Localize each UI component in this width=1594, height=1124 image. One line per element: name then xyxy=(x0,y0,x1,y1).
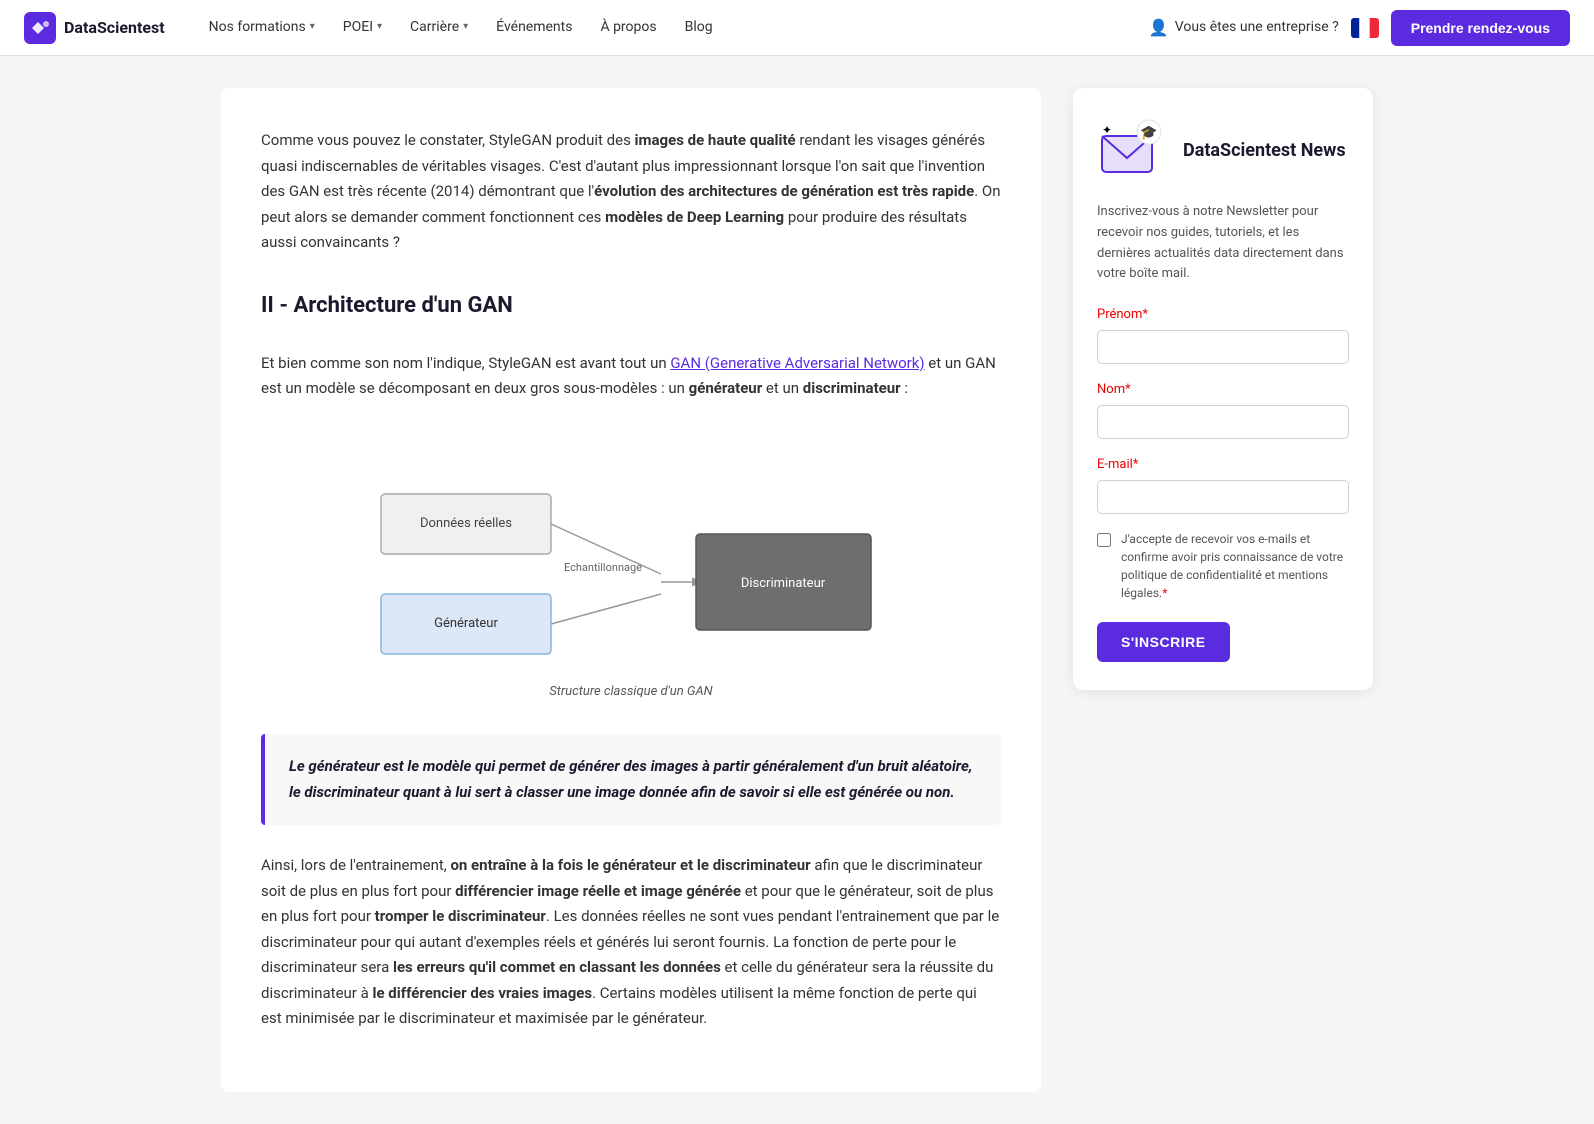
newsletter-icon-wrapper: 🎓 ✦ xyxy=(1097,116,1167,186)
checkbox-row: J'accepte de recevoir vos e-mails et con… xyxy=(1097,530,1349,602)
cta-button[interactable]: Prendre rendez-vous xyxy=(1391,10,1570,46)
prenom-input[interactable] xyxy=(1097,330,1349,364)
body-paragraph-1: Ainsi, lors de l'entrainement, on entraî… xyxy=(261,853,1001,1032)
svg-text:Echantillonnage: Echantillonnage xyxy=(564,561,642,574)
nom-input[interactable] xyxy=(1097,405,1349,439)
chevron-down-icon: ▾ xyxy=(310,19,315,35)
nav-item-formations[interactable]: Nos formations ▾ xyxy=(197,8,327,46)
newsletter-icon: 🎓 ✦ xyxy=(1097,116,1167,186)
nom-required: * xyxy=(1125,382,1131,397)
prenom-label: Prénom* xyxy=(1097,305,1349,326)
prenom-required: * xyxy=(1142,307,1148,322)
flag-white xyxy=(1359,18,1370,38)
nav-item-carriere[interactable]: Carrière ▾ xyxy=(398,8,480,46)
nav-right: 👤 Vous êtes une entreprise ? Prendre ren… xyxy=(1149,10,1570,46)
sidebar-description: Inscrivez-vous à notre Newsletter pour r… xyxy=(1097,202,1349,285)
nav-item-evenements[interactable]: Événements xyxy=(484,8,584,46)
diagram-caption: Structure classique d'un GAN xyxy=(549,682,712,703)
subscribe-button[interactable]: S'INSCRIRE xyxy=(1097,622,1230,662)
sidebar-title: DataScientest News xyxy=(1183,139,1346,162)
section-heading: II - Architecture d'un GAN xyxy=(261,288,1001,331)
svg-text:Discriminateur: Discriminateur xyxy=(741,576,826,591)
nav-item-blog[interactable]: Blog xyxy=(673,8,725,46)
enterprise-link[interactable]: 👤 Vous êtes une entreprise ? xyxy=(1149,15,1339,41)
highlighted-quote: Le générateur est le modèle qui permet d… xyxy=(261,734,1001,825)
logo-text: DataScientest xyxy=(64,15,165,41)
quote-text: Le générateur est le modèle qui permet d… xyxy=(289,754,977,805)
email-required: * xyxy=(1133,457,1139,472)
newsletter-form: Prénom* Nom* E-mail* xyxy=(1097,305,1349,661)
nav-item-apropos[interactable]: À propos xyxy=(588,8,668,46)
chevron-down-icon: ▾ xyxy=(463,19,468,35)
svg-text:✦: ✦ xyxy=(1102,123,1112,137)
svg-text:🎓: 🎓 xyxy=(1140,125,1157,141)
svg-text:Données réelles: Données réelles xyxy=(420,516,512,531)
section-intro-paragraph: Et bien comme son nom l'indique, StyleGA… xyxy=(261,351,1001,402)
language-flag[interactable] xyxy=(1351,18,1379,38)
nom-group: Nom* xyxy=(1097,380,1349,439)
consent-label[interactable]: J'accepte de recevoir vos e-mails et con… xyxy=(1121,530,1349,602)
email-group: E-mail* xyxy=(1097,455,1349,514)
flag-blue xyxy=(1351,18,1360,38)
newsletter-card: 🎓 ✦ DataScientest News Inscrivez-vous à … xyxy=(1073,88,1373,690)
nav-links: Nos formations ▾ POEI ▾ Carrière ▾ Événe… xyxy=(197,8,1149,46)
page-wrapper: Comme vous pouvez le constater, StyleGAN… xyxy=(197,56,1397,1124)
enterprise-icon: 👤 xyxy=(1149,15,1169,41)
flag-red xyxy=(1370,18,1379,38)
sidebar: 🎓 ✦ DataScientest News Inscrivez-vous à … xyxy=(1073,88,1373,1092)
email-input[interactable] xyxy=(1097,480,1349,514)
nom-label: Nom* xyxy=(1097,380,1349,401)
svg-text:Générateur: Générateur xyxy=(434,616,498,631)
logo-icon xyxy=(24,12,56,44)
navigation: DataScientest Nos formations ▾ POEI ▾ Ca… xyxy=(0,0,1594,56)
gan-link[interactable]: GAN (Generative Adversarial Network) xyxy=(670,354,924,372)
consent-checkbox[interactable] xyxy=(1097,533,1111,547)
prenom-group: Prénom* xyxy=(1097,305,1349,364)
card-header: 🎓 ✦ DataScientest News xyxy=(1097,116,1349,186)
chevron-down-icon: ▾ xyxy=(377,19,382,35)
gan-diagram: Données réelles Générateur Echantillonna… xyxy=(371,434,891,674)
email-label: E-mail* xyxy=(1097,455,1349,476)
diagram-wrapper: Données réelles Générateur Echantillonna… xyxy=(261,434,1001,703)
logo-link[interactable]: DataScientest xyxy=(24,12,165,44)
nav-item-poei[interactable]: POEI ▾ xyxy=(331,8,394,46)
main-content: Comme vous pouvez le constater, StyleGAN… xyxy=(221,88,1041,1092)
intro-paragraph: Comme vous pouvez le constater, StyleGAN… xyxy=(261,128,1001,256)
